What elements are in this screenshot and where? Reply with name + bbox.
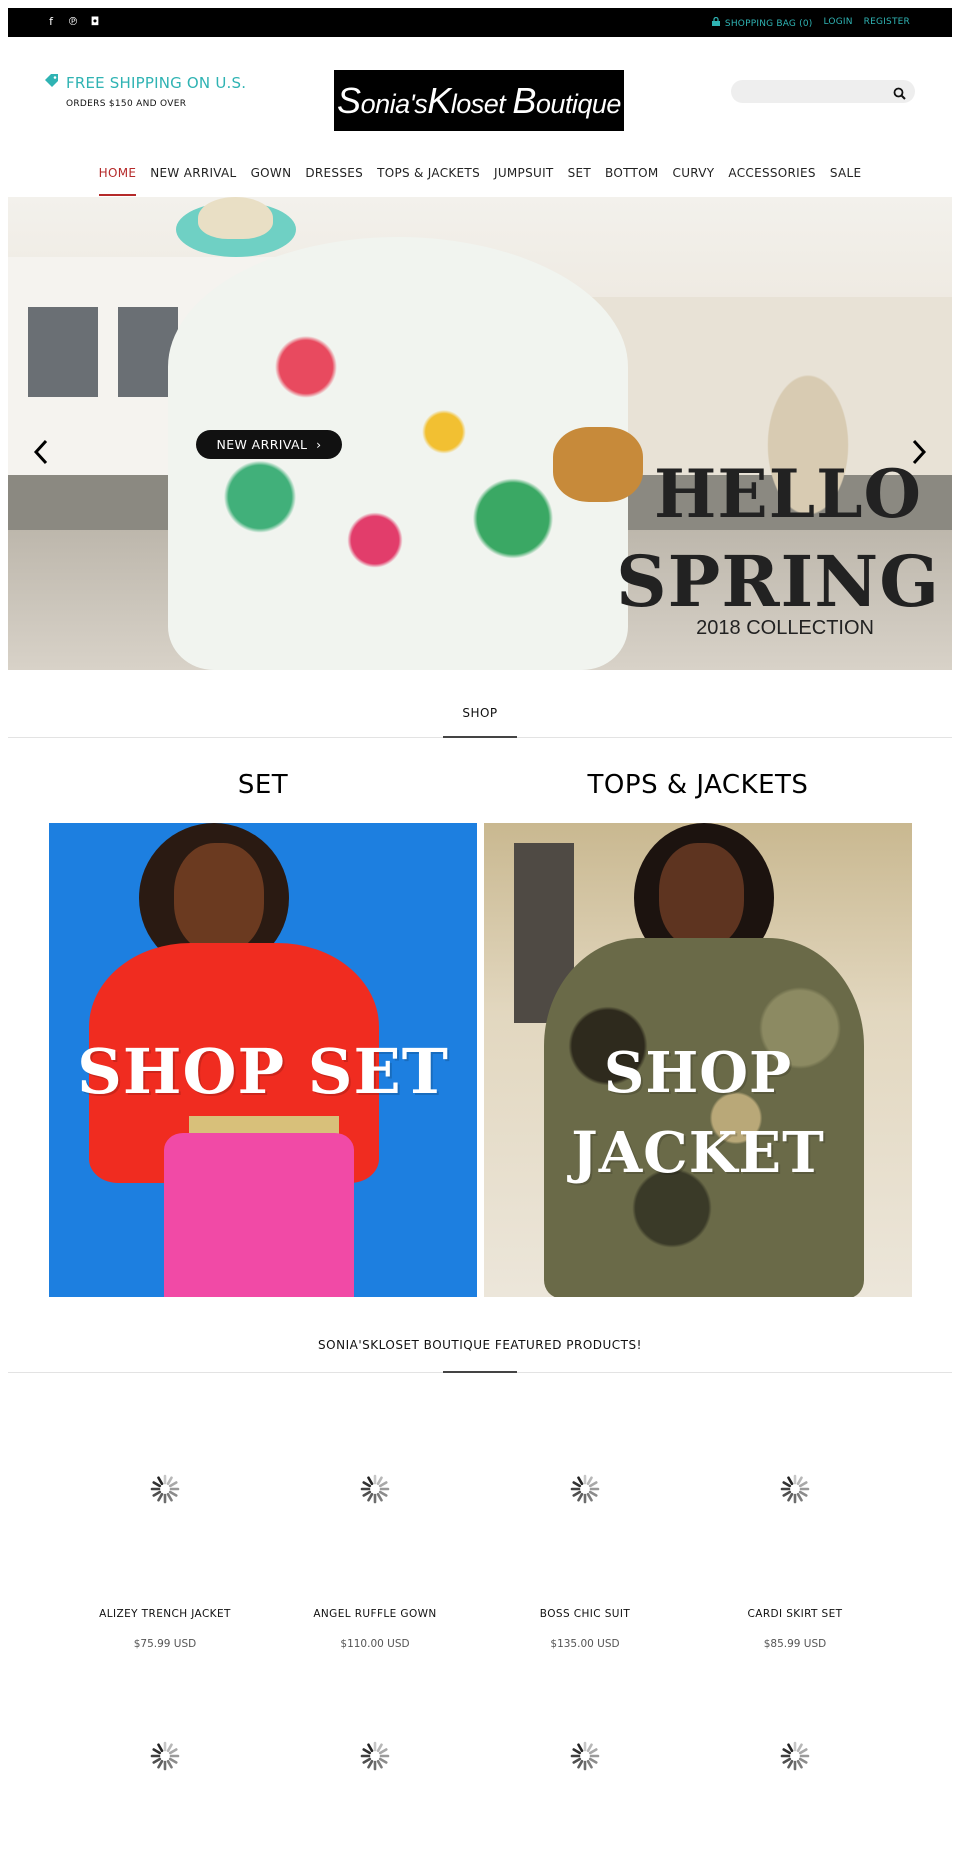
nav-home[interactable]: HOME <box>92 164 144 196</box>
loading-spinner-icon <box>778 1472 812 1506</box>
nav-sale[interactable]: SALE <box>823 164 869 196</box>
hero-cta-button[interactable]: NEW ARRIVAL › <box>196 430 342 459</box>
featured-heading: SONIA'SKLOSET BOUTIQUE FEATURED PRODUCTS… <box>318 1338 642 1352</box>
nav-tops-jackets[interactable]: TOPS & JACKETS <box>370 164 487 196</box>
product-card[interactable]: CARRIE DRESS <box>60 1739 270 1875</box>
product-name[interactable]: ANGEL RUFFLE GOWN <box>270 1608 480 1620</box>
product-card[interactable]: BOSS CHIC SUIT $135.00 USD <box>480 1472 690 1650</box>
hero-headline-2: SPRING <box>616 540 940 623</box>
loading-spinner-icon <box>358 1739 392 1773</box>
collection-overlay-set: SHOP SET <box>77 1035 449 1108</box>
promo-line2: ORDERS $150 AND OVER <box>66 99 187 109</box>
login-link[interactable]: LOGIN <box>824 17 853 29</box>
model-face <box>174 843 264 953</box>
hero-subheadline: 2018 COLLECTION <box>696 617 874 639</box>
chevron-left-icon[interactable] <box>28 437 54 467</box>
top-bar: f ℗ ◘ SHOPPING BAG (0) LOGIN REGISTER <box>8 8 952 37</box>
product-price: $110.00 USD <box>340 1638 410 1650</box>
account-links: SHOPPING BAG (0) LOGIN REGISTER <box>711 17 910 29</box>
product-card[interactable]: MS WHITE MAXI DRESS <box>480 1739 690 1875</box>
tag-icon <box>44 74 60 92</box>
collection-title-tops-jackets: TOPS & JACKETS <box>587 770 809 800</box>
product-card[interactable]: MARIARA CURVY <box>270 1739 480 1875</box>
search-box <box>731 80 915 103</box>
facebook-icon[interactable]: f <box>44 15 58 29</box>
collection-tile-set[interactable]: SHOP SET <box>49 823 477 1297</box>
collection-tile-jacket[interactable]: SHOP JACKET <box>484 823 912 1297</box>
shop-divider <box>8 736 952 738</box>
nav-jumpsuit[interactable]: JUMPSUIT <box>487 164 561 196</box>
model-belt <box>189 1116 339 1134</box>
promo-line1: FREE SHIPPING ON U.S. <box>66 74 247 92</box>
shipping-promo: FREE SHIPPING ON U.S. ORDERS $150 AND OV… <box>44 74 246 109</box>
chevron-right-icon[interactable] <box>906 437 932 467</box>
product-card[interactable]: VALERIE BANDAGE DRESS <box>690 1739 900 1875</box>
product-name[interactable]: CARDI SKIRT SET <box>690 1608 900 1620</box>
nav-gown[interactable]: GOWN <box>244 164 299 196</box>
nav-new-arrival[interactable]: NEW ARRIVAL <box>143 164 243 196</box>
product-price: $85.99 USD <box>763 1638 827 1650</box>
loading-spinner-icon <box>568 1472 602 1506</box>
loading-spinner-icon <box>148 1472 182 1506</box>
search-icon[interactable] <box>893 85 906 100</box>
loading-spinner-icon <box>148 1739 182 1773</box>
main-nav: HOME NEW ARRIVAL GOWN DRESSES TOPS & JAC… <box>0 164 960 196</box>
hero-basket-bag <box>553 427 643 502</box>
nav-accessories[interactable]: ACCESSORIES <box>721 164 822 196</box>
hero-model-hat-crown <box>198 197 273 239</box>
site-logo[interactable]: Sonia'sKloset Boutique <box>334 70 624 131</box>
product-card[interactable]: ALIZEY TRENCH JACKET $75.99 USD <box>60 1472 270 1650</box>
product-price: $135.00 USD <box>550 1638 620 1650</box>
hero-slider: NEW ARRIVAL › HELLO SPRING 2018 COLLECTI… <box>8 197 952 670</box>
product-name[interactable]: ALIZEY TRENCH JACKET <box>60 1608 270 1620</box>
register-link[interactable]: REGISTER <box>864 17 910 29</box>
nav-curvy[interactable]: CURVY <box>666 164 722 196</box>
loading-spinner-icon <box>778 1739 812 1773</box>
product-price: $75.99 USD <box>133 1638 197 1650</box>
product-card[interactable]: ANGEL RUFFLE GOWN $110.00 USD <box>270 1472 480 1650</box>
nav-set[interactable]: SET <box>561 164 598 196</box>
pinterest-icon[interactable]: ℗ <box>66 15 80 29</box>
product-name[interactable]: BOSS CHIC SUIT <box>480 1608 690 1620</box>
loading-spinner-icon <box>358 1472 392 1506</box>
model-skirt <box>164 1133 354 1297</box>
shop-heading: SHOP <box>462 706 498 720</box>
lock-icon <box>711 17 720 26</box>
model-face <box>659 843 744 948</box>
hero-headline-1: HELLO <box>654 455 922 533</box>
instagram-icon[interactable]: ◘ <box>88 15 102 29</box>
shopping-bag-label: SHOPPING BAG (0) <box>724 19 813 29</box>
product-card[interactable]: CARDI SKIRT SET $85.99 USD <box>690 1472 900 1650</box>
nav-bottom[interactable]: BOTTOM <box>598 164 666 196</box>
nav-dresses[interactable]: DRESSES <box>298 164 370 196</box>
collection-title-set: SET <box>237 770 289 800</box>
loading-spinner-icon <box>568 1739 602 1773</box>
social-links: f ℗ ◘ <box>44 15 102 29</box>
collection-overlay-jacket: SHOP JACKET <box>571 1040 825 1186</box>
featured-divider <box>8 1371 952 1373</box>
search-input[interactable] <box>743 84 883 99</box>
hero-window <box>28 307 98 397</box>
shopping-bag-link[interactable]: SHOPPING BAG (0) <box>711 17 813 29</box>
